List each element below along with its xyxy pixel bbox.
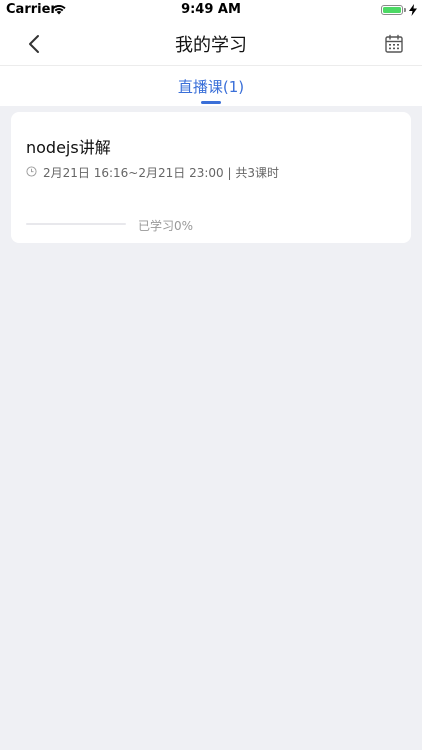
calendar-icon[interactable]: [384, 34, 404, 54]
tab-live-courses[interactable]: 直播课(1): [0, 76, 422, 97]
status-time: 9:49 AM: [181, 2, 241, 17]
tab-active-indicator: [201, 101, 221, 104]
page-title: 我的学习: [175, 35, 247, 56]
navigation-bar: 我的学习: [0, 22, 422, 66]
clock-icon: [26, 166, 37, 177]
battery-level: [383, 7, 401, 13]
charging-bolt-icon: [409, 4, 417, 16]
progress-bar: [26, 223, 126, 225]
battery-icon: [381, 5, 403, 15]
back-button[interactable]: [22, 32, 46, 56]
course-title: nodejs讲解: [26, 138, 111, 157]
battery-cap: [404, 8, 406, 12]
course-schedule: 2月21日 16:16~2月21日 23:00 | 共3课时: [43, 166, 279, 180]
progress-label: 已学习0%: [138, 219, 194, 233]
course-card[interactable]: nodejs讲解 2月21日 16:16~2月21日 23:00 | 共3课时 …: [11, 112, 411, 243]
status-bar: Carrier 9:49 AM: [0, 0, 422, 22]
tab-bar: 直播课(1): [0, 66, 422, 106]
